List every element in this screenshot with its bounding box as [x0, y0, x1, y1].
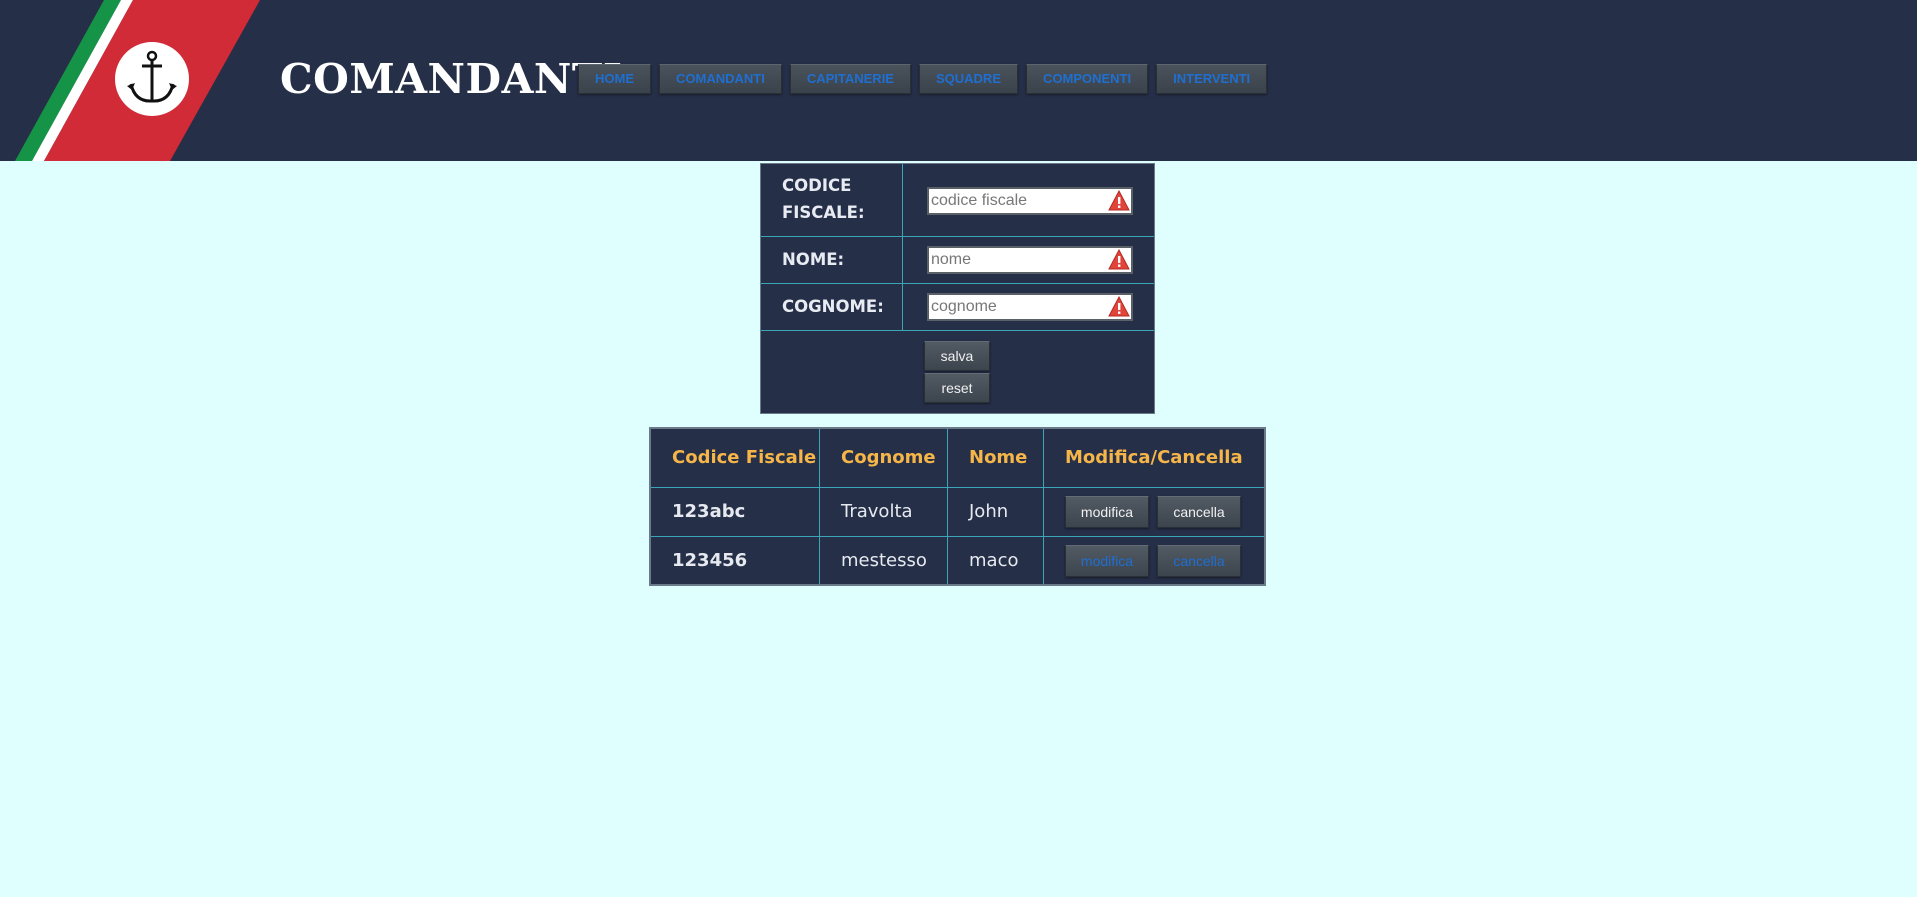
nav-interventi-button[interactable]: INTERVENTI — [1156, 64, 1268, 94]
cell-codice-fiscale: 123abc — [672, 501, 746, 522]
cell-nome: John — [969, 501, 1009, 522]
warning-icon — [1108, 296, 1130, 317]
anchor-icon — [127, 50, 177, 103]
codice-fiscale-field[interactable] — [927, 187, 1133, 215]
form-row-cognome: COGNOME: — [761, 284, 1154, 331]
delete-button[interactable]: cancella — [1157, 496, 1241, 528]
page-title: COMANDANTI — [280, 55, 623, 103]
reset-button[interactable]: reset — [924, 373, 990, 403]
cognome-field[interactable] — [927, 293, 1133, 321]
column-divider — [902, 284, 903, 330]
header-cognome: Cognome — [841, 447, 936, 468]
header-banner: COMANDANTI HOME COMANDANTI CAPITANERIE S… — [0, 0, 1917, 161]
edit-button[interactable]: modifica — [1065, 496, 1149, 528]
cell-cognome: Travolta — [841, 501, 913, 522]
cognome-input[interactable] — [931, 295, 1101, 319]
logo-circle — [115, 42, 189, 116]
comandante-form: CODICE FISCALE: NOME: COGNOME: — [760, 163, 1155, 414]
codice-fiscale-input[interactable] — [931, 189, 1101, 213]
form-row-codice: CODICE FISCALE: — [761, 164, 1154, 237]
save-button[interactable]: salva — [924, 341, 990, 371]
nav-capitanerie-button[interactable]: CAPITANERIE — [789, 64, 911, 94]
column-divider — [1043, 429, 1044, 584]
column-divider — [902, 164, 903, 236]
edit-button[interactable]: modifica — [1065, 545, 1149, 577]
cognome-label: COGNOME: — [782, 297, 884, 316]
cell-nome: maco — [969, 550, 1019, 571]
cell-cognome: mestesso — [841, 550, 927, 571]
cell-codice-fiscale: 123456 — [672, 550, 748, 571]
header-nome: Nome — [969, 447, 1028, 468]
column-divider — [819, 429, 820, 584]
warning-icon — [1108, 249, 1130, 270]
column-divider — [947, 429, 948, 584]
delete-button[interactable]: cancella — [1157, 545, 1241, 577]
column-divider — [902, 237, 903, 283]
codice-fiscale-label-line2: FISCALE: — [782, 203, 865, 222]
nav-comandanti-button[interactable]: COMANDANTI — [659, 64, 782, 94]
form-row-nome: NOME: — [761, 237, 1154, 284]
codice-fiscale-label: CODICE FISCALE: — [782, 172, 865, 226]
nav-home-button[interactable]: HOME — [578, 64, 651, 94]
codice-fiscale-label-line1: CODICE — [782, 176, 852, 195]
nav-componenti-button[interactable]: COMPONENTI — [1026, 64, 1149, 94]
nome-input[interactable] — [931, 248, 1101, 272]
header-modifica-cancella: Modifica/Cancella — [1065, 447, 1243, 468]
warning-icon — [1108, 190, 1130, 211]
nome-field[interactable] — [927, 246, 1133, 274]
comandanti-table: Codice Fiscale Cognome Nome Modifica/Can… — [649, 427, 1266, 586]
header-codice-fiscale: Codice Fiscale — [672, 447, 817, 468]
nav-squadre-button[interactable]: SQUADRE — [918, 64, 1018, 94]
nome-label: NOME: — [782, 250, 845, 269]
main-nav: HOME COMANDANTI CAPITANERIE SQUADRE COMP… — [578, 64, 1268, 94]
